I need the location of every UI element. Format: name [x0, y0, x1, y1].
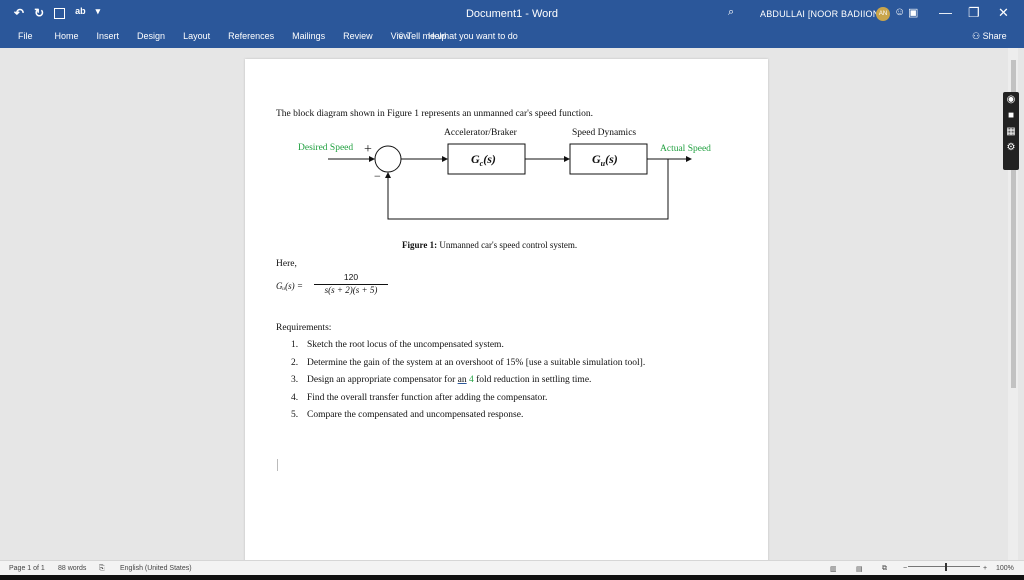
item-text: Design an appropriate compensator for an…: [307, 375, 591, 393]
gc-arg: (s): [483, 152, 496, 166]
avatar[interactable]: AN: [876, 7, 890, 21]
word-count[interactable]: 88 words: [58, 565, 86, 572]
gear-icon[interactable]: ⚙: [1003, 140, 1019, 156]
item-text-pre: Design an appropriate compensator for: [307, 375, 458, 385]
gu-label: Gu(s): [592, 152, 618, 168]
screen-capture-panel: ◉ ■ ▦ ⚙: [1003, 92, 1019, 170]
ribbon-display-options-icon[interactable]: ▣: [908, 6, 918, 19]
tab-file[interactable]: File: [18, 31, 33, 41]
image-icon[interactable]: ▦: [1003, 124, 1019, 140]
web-layout-icon[interactable]: ⧉: [882, 565, 887, 573]
list-item: 2. Determine the gain of the system at an…: [291, 358, 645, 376]
proofing-icon[interactable]: ⎘: [99, 565, 105, 573]
close-button[interactable]: ✕: [998, 5, 1009, 21]
search-icon[interactable]: ⌕: [728, 6, 734, 19]
item-number: 1.: [291, 340, 299, 350]
list-item: 4. Find the overall transfer function aft…: [291, 393, 645, 411]
zoom-slider-thumb[interactable]: [945, 563, 947, 571]
emoji-icon[interactable]: ☺: [894, 6, 905, 18]
print-layout-icon[interactable]: ▤: [856, 565, 863, 573]
item-text: Sketch the root locus of the uncompensat…: [307, 340, 504, 350]
list-item: 1. Sketch the root locus of the uncompens…: [291, 340, 645, 358]
gc-g: G: [471, 152, 480, 166]
here-text: Here,: [276, 259, 297, 269]
caption-text: Unmanned car's speed control system.: [437, 240, 578, 250]
zoom-out-button[interactable]: −: [903, 565, 907, 572]
tab-home[interactable]: Home: [55, 31, 79, 41]
minimize-button[interactable]: —: [939, 5, 952, 20]
tab-layout[interactable]: Layout: [183, 31, 210, 41]
person-icon: ⚇: [972, 31, 981, 41]
block-diagram: Accelerator/Braker Speed Dynamics Desire…: [298, 128, 711, 220]
gc-label: Gc(s): [471, 152, 496, 168]
status-bar: Page 1 of 1 88 words ⎘ English (United S…: [0, 560, 1024, 575]
language-indicator[interactable]: English (United States): [120, 565, 192, 572]
title-bar: ↶ ↻ ab ▾ Document1 - Word ⌕ ABDULLAI [NO…: [0, 0, 1024, 28]
save-icon[interactable]: [54, 8, 66, 19]
document-page[interactable]: The block diagram shown in Figure 1 repr…: [245, 59, 768, 564]
restore-button[interactable]: ❐: [968, 5, 980, 21]
intro-paragraph: The block diagram shown in Figure 1 repr…: [276, 109, 593, 119]
ribbon-tabs: File Home Insert Design Layout Reference…: [0, 28, 1024, 48]
video-icon[interactable]: ■: [1003, 108, 1019, 124]
read-mode-icon[interactable]: ▥: [830, 565, 837, 573]
redo-icon[interactable]: ↻: [34, 6, 44, 20]
page-count[interactable]: Page 1 of 1: [9, 565, 45, 572]
zoom-slider[interactable]: [908, 566, 980, 567]
plus-sign: +: [364, 142, 372, 157]
desired-speed-label: Desired Speed: [298, 143, 353, 153]
item-text: Compare the compensated and uncompensate…: [307, 410, 524, 420]
summing-junction: [374, 145, 402, 173]
undo-icon[interactable]: ↶: [14, 6, 24, 20]
zoom-level[interactable]: 100%: [996, 565, 1014, 572]
user-name[interactable]: ABDULLAI [NOOR BADIION: [760, 9, 879, 19]
camera-icon[interactable]: ◉: [1003, 92, 1019, 108]
equation-numerator: 120: [343, 272, 359, 282]
item-number: 2.: [291, 357, 299, 368]
tab-design[interactable]: Design: [137, 31, 165, 41]
tab-references[interactable]: References: [228, 31, 274, 41]
zoom-in-button[interactable]: +: [983, 565, 987, 572]
tab-review[interactable]: Review: [343, 31, 373, 41]
figure-caption: Figure 1: Unmanned car's speed control s…: [402, 240, 577, 250]
tab-mailings[interactable]: Mailings: [292, 31, 325, 41]
share-button[interactable]: ⚇ Share: [972, 31, 1007, 42]
tell-me-label: Tell me what you want to do: [406, 31, 518, 41]
list-item: 5. Compare the compensated and uncompensa…: [291, 410, 645, 428]
gu-g: G: [592, 152, 601, 166]
minus-sign: −: [374, 169, 381, 183]
equation-denominator: s(s + 2)(s + 5): [324, 285, 378, 295]
quick-access-toolbar: ↶ ↻ ab ▾: [14, 6, 100, 20]
grammar-flag[interactable]: an: [458, 375, 467, 385]
screen-edge: [0, 575, 1024, 580]
requirements-list: 1. Sketch the root locus of the uncompens…: [291, 340, 645, 428]
item-text: Find the overall transfer function after…: [307, 392, 548, 403]
actual-speed-label: Actual Speed: [660, 144, 711, 154]
share-label: Share: [982, 31, 1007, 41]
item-number: 3.: [291, 375, 299, 385]
speed-dynamics-label: Speed Dynamics: [572, 128, 636, 138]
caption-bold: Figure 1:: [402, 240, 438, 250]
gu-arg: (s): [605, 152, 618, 166]
requirements-title: Requirements:: [276, 323, 332, 333]
item-text-post: fold reduction in settling time.: [473, 375, 592, 385]
item-number: 5.: [291, 410, 299, 420]
item-text: Determine the gain of the system at an o…: [307, 357, 646, 368]
tab-insert[interactable]: Insert: [97, 31, 120, 41]
lightbulb-icon: 💡︎: [398, 31, 405, 41]
list-item: 3. Design an appropriate compensator for …: [291, 375, 645, 393]
spelling-icon[interactable]: ab: [75, 6, 86, 20]
customize-icon[interactable]: ▾: [96, 6, 101, 20]
equation-lhs: Gᵤ(s) =: [276, 281, 303, 291]
tell-me-search[interactable]: 💡︎ Tell me what you want to do: [398, 31, 518, 42]
accelerator-label: Accelerator/Braker: [444, 128, 518, 138]
text-cursor: [277, 459, 278, 471]
item-number: 4.: [291, 392, 299, 403]
